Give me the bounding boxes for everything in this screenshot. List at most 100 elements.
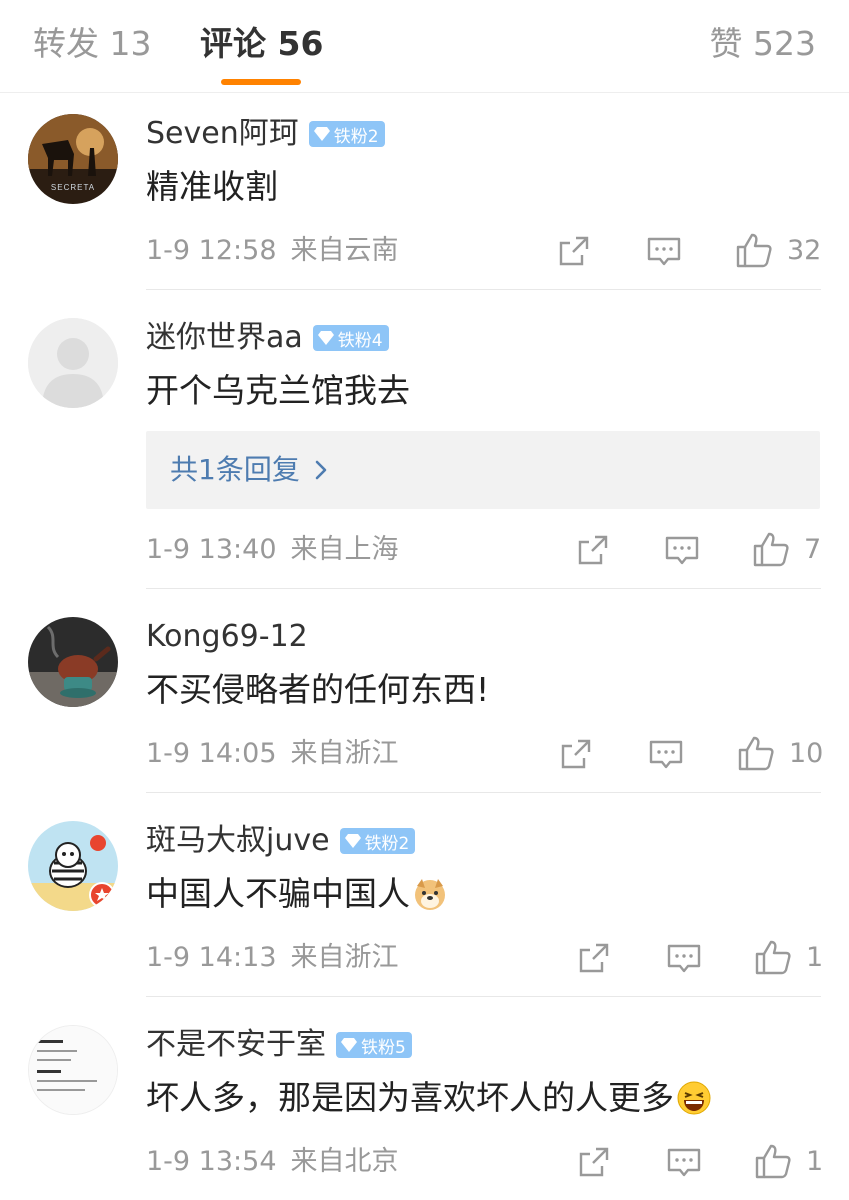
tab-reposts[interactable]: 转发 13: [33, 22, 151, 66]
fan-badge-label: 铁粉5: [361, 1037, 406, 1058]
comment-meta: 1-9 12:58 来自云南: [146, 233, 399, 269]
comment-tabs: 转发 13 评论 56 赞 523: [0, 0, 849, 93]
share-icon: [579, 943, 609, 973]
thumbs-up-icon: [753, 532, 789, 567]
like-count: 1: [806, 1146, 824, 1177]
comment-header: 斑马大叔juve 铁粉2: [146, 821, 416, 861]
comment-meta: 1-9 13:40 来自上海: [146, 532, 399, 568]
comment-text: 中国人不骗中国人: [146, 872, 448, 916]
like-button[interactable]: [752, 530, 792, 567]
username[interactable]: 不是不安于室: [146, 1025, 326, 1065]
laughing-emoji-icon: [677, 1081, 711, 1115]
comment-location: 来自上海: [290, 534, 399, 565]
diamond-icon: [313, 127, 330, 141]
comment-meta: 1-9 14:13 来自浙江: [146, 940, 399, 976]
like-count: 10: [789, 738, 824, 769]
comment-header: 迷你世界aa 铁粉4: [146, 318, 389, 358]
thumbs-up-icon: [736, 233, 772, 268]
share-button[interactable]: [558, 736, 598, 772]
like-count: 1: [806, 942, 824, 973]
diamond-icon: [341, 1038, 357, 1052]
avatar[interactable]: SECRETA: [28, 114, 118, 204]
comment-meta: 1-9 13:54 来自北京: [146, 1144, 399, 1180]
default-avatar-icon: [28, 318, 118, 408]
teapot-photo-avatar-icon: [28, 617, 118, 707]
comment-time: 1-9 14:05: [146, 738, 277, 769]
comment-divider: [146, 289, 821, 290]
username[interactable]: 迷你世界aa: [146, 318, 303, 358]
comment-header: 不是不安于室 铁粉5: [146, 1025, 412, 1065]
comment-text: 坏人多，那是因为喜欢坏人的人更多: [146, 1076, 712, 1120]
avatar[interactable]: [28, 617, 118, 707]
comment-bubble-icon: [665, 536, 699, 565]
fan-badge: 铁粉5: [336, 1032, 412, 1058]
comment-location: 来自浙江: [290, 942, 399, 973]
fan-badge-label: 铁粉2: [333, 126, 379, 147]
comment-divider: [146, 588, 821, 589]
comment-time: 1-9 13:54: [146, 1146, 277, 1177]
share-icon: [561, 739, 591, 769]
like-button[interactable]: [735, 231, 775, 268]
fan-badge: 铁粉2: [308, 121, 385, 147]
reply-button[interactable]: [666, 940, 706, 976]
avatar[interactable]: [28, 318, 118, 408]
like-count: 32: [787, 235, 822, 266]
thumbs-up-icon: [738, 736, 774, 771]
comment-location: 来自北京: [290, 1146, 399, 1177]
thumbs-up-icon: [755, 1144, 791, 1179]
comment-time: 1-9 12:58: [146, 235, 277, 266]
comment-divider: [146, 792, 821, 793]
share-button[interactable]: [576, 1144, 616, 1180]
like-button[interactable]: [754, 938, 794, 975]
horse-photo-avatar-icon: SECRETA: [28, 114, 118, 204]
reply-summary-box[interactable]: 共1条回复: [146, 431, 820, 509]
comment-header: Seven阿珂 铁粉2: [146, 114, 385, 154]
comment-location: 来自云南: [290, 235, 399, 266]
like-count: 7: [804, 534, 822, 565]
share-icon: [578, 535, 608, 565]
active-tab-indicator: [221, 79, 301, 85]
doge-emoji-icon: [415, 879, 445, 910]
comment-header: Kong69-12: [146, 617, 308, 657]
comment-time: 1-9 14:13: [146, 942, 277, 973]
zebra-cartoon-avatar-icon: [28, 821, 118, 911]
comment-text-body: 中国人不骗中国人: [146, 874, 410, 913]
avatar[interactable]: [28, 1025, 118, 1115]
comment-text: 精准收割: [146, 167, 278, 206]
tab-likes[interactable]: 赞 523: [710, 22, 816, 66]
reply-summary-link[interactable]: 共1条回复: [170, 451, 328, 489]
avatar-caption: SECRETA: [51, 183, 95, 192]
share-icon: [559, 236, 589, 266]
share-button[interactable]: [576, 940, 616, 976]
fan-badge-label: 铁粉2: [364, 833, 410, 854]
fan-badge-label: 铁粉4: [337, 330, 383, 351]
share-button[interactable]: [575, 532, 615, 568]
comment-bubble-icon: [667, 944, 701, 973]
username[interactable]: 斑马大叔juve: [146, 821, 330, 861]
chevron-right-icon: [315, 460, 327, 480]
like-button[interactable]: [754, 1142, 794, 1179]
share-icon: [579, 1147, 609, 1177]
thumbs-up-icon: [755, 940, 791, 975]
share-button[interactable]: [556, 233, 596, 269]
username[interactable]: Kong69-12: [146, 617, 308, 657]
reply-button[interactable]: [664, 532, 704, 568]
fan-badge: 铁粉2: [339, 828, 416, 854]
reply-button[interactable]: [646, 233, 686, 269]
fan-badge: 铁粉4: [312, 325, 389, 351]
comment-bubble-icon: [647, 237, 681, 266]
diamond-icon: [317, 331, 334, 345]
reply-button[interactable]: [648, 736, 688, 772]
reply-button[interactable]: [666, 1144, 706, 1180]
comment-bubble-icon: [667, 1148, 701, 1177]
comment-location: 来自浙江: [290, 738, 399, 769]
comment-text-body: 坏人多，那是因为喜欢坏人的人更多: [146, 1078, 674, 1117]
username[interactable]: Seven阿珂: [146, 114, 299, 154]
tab-comments[interactable]: 评论 56: [200, 22, 323, 66]
text-document-avatar-icon: [29, 1026, 117, 1114]
avatar[interactable]: [28, 821, 118, 911]
comment-divider: [146, 996, 821, 997]
reply-summary-label: 共1条回复: [170, 453, 300, 486]
like-button[interactable]: [737, 734, 777, 771]
comment-bubble-icon: [649, 740, 683, 769]
